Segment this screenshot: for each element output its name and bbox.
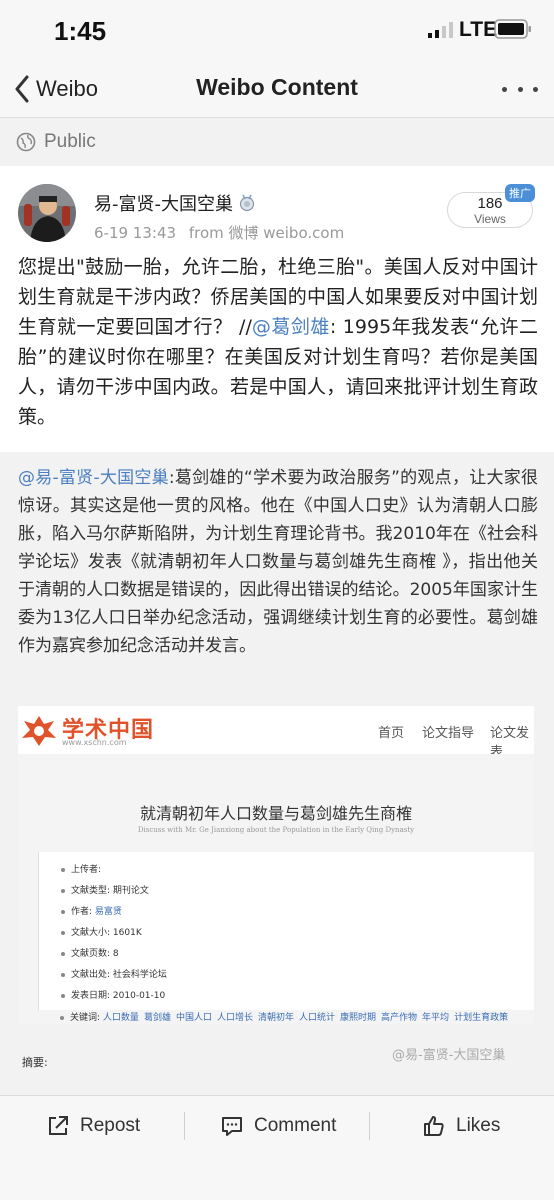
meta-value: 社会科学论坛: [112, 970, 167, 980]
repost-body: :葛剑雄的“学术要为政治服务”的观点，让大家很惊讶。其实这是他一贯的风格。他在《…: [18, 468, 538, 656]
keyword: 高产作物: [381, 1013, 418, 1023]
site-nav-guidance: 论文指导: [422, 726, 475, 741]
keywords-row: 关键词: 人口数量 葛剑雄 中国人口 人口增长 清朝初年 人口统计 康熙时期 高产作物 年平均计…: [60, 1010, 513, 1023]
paper-title: 就清朝初年人口数量与葛剑雄先生商榷: [139, 804, 412, 823]
chevron-left-icon: [15, 75, 29, 103]
meta-row: 文献页数: 8: [61, 946, 119, 959]
status-bar: 1:45 LTE: [0, 0, 554, 60]
medal-icon: [239, 194, 255, 212]
clock: 1:45: [54, 16, 107, 46]
embed-header: 学术中国 www.xschn.com 首页 论文指导 论文发表: [18, 706, 534, 760]
keyword: 人口数量: [102, 1013, 139, 1023]
promote-tag[interactable]: 推广: [505, 184, 535, 202]
avatar[interactable]: [18, 184, 76, 242]
more-options-icon[interactable]: [502, 74, 538, 104]
repost-label: Repost: [80, 1115, 141, 1136]
thumbs-up-icon: [424, 1116, 444, 1136]
keyword: 清朝初年: [257, 1013, 294, 1023]
mention-link[interactable]: @葛剑雄: [252, 316, 330, 338]
embedded-screenshot[interactable]: 学术中国 www.xschn.com 首页 论文指导 论文发表 就清朝初年人口数…: [18, 706, 534, 1024]
site-url: www.xschn.com: [62, 738, 127, 747]
signal-icon: [428, 22, 453, 38]
keyword: 康熙时期: [340, 1013, 377, 1023]
meta-label: 文献类型:: [71, 886, 111, 896]
keyword: 人口增长: [216, 1013, 253, 1023]
keyword: 人口统计: [299, 1013, 336, 1023]
reposted-content[interactable]: @易-富贤-大国空巢:葛剑雄的“学术要为政治服务”的观点，让大家很惊讶。其实这是…: [0, 452, 554, 1095]
network-type: LTE: [459, 18, 498, 41]
post: 易-富贤-大国空巢 6-19 13:43 from 微博 weibo.com 1…: [0, 166, 554, 452]
meta-value: 8: [112, 949, 119, 959]
embed-body: 就清朝初年人口数量与葛剑雄先生商榷 Discuss with Mr. Ge Ji…: [18, 754, 534, 1024]
watermark: @易-富贤-大国空巢: [392, 1048, 506, 1063]
post-meta: 6-19 13:43 from 微博 weibo.com: [94, 222, 352, 243]
meta-value: 1601K: [112, 928, 142, 938]
meta-label: 作者:: [71, 907, 93, 917]
keyword: 计划生育政策: [454, 1013, 509, 1023]
post-source: from 微博 weibo.com: [188, 224, 345, 242]
paper-subtitle: Discuss with Mr. Ge Jianxiong about the …: [137, 826, 415, 834]
xschn-logo-icon: [22, 716, 56, 746]
repost-text: @易-富贤-大国空巢:葛剑雄的“学术要为政治服务”的观点，让大家很惊讶。其实这是…: [18, 464, 538, 660]
keywords-label: 关键词:: [70, 1013, 101, 1023]
meta-row: 上传者:: [61, 862, 101, 875]
meta-label: 文献大小:: [71, 928, 111, 938]
likes-button[interactable]: Likes: [422, 1112, 500, 1140]
action-bar: Repost Comment Likes: [0, 1095, 554, 1200]
meta-label: 文献页数:: [71, 949, 111, 959]
meta-value: 2010-01-10: [112, 991, 166, 1001]
comment-button[interactable]: Comment: [220, 1112, 336, 1140]
post-time: 6-19 13:43: [94, 224, 177, 242]
keyword: 年平均: [422, 1013, 450, 1023]
meta-label: 文献出处:: [71, 970, 111, 980]
keyword: 中国人口: [175, 1013, 212, 1023]
post-text: 您提出"鼓励一胎，允许二胎，杜绝三胎"。美国人反对中国计划生育就是干涉内政？侨居…: [18, 252, 538, 432]
meta-row: 文献类型: 期刊论文: [61, 883, 149, 896]
navigation-bar: Weibo Weibo Content: [0, 60, 554, 118]
battery-icon: [494, 19, 531, 39]
back-button[interactable]: Weibo: [14, 72, 98, 106]
likes-label: Likes: [456, 1115, 501, 1136]
meta-row: 作者: 易富贤: [61, 904, 122, 917]
meta-row: 文献出处: 社会科学论坛: [61, 967, 167, 980]
site-nav-home: 首页: [378, 726, 405, 741]
repost-button[interactable]: Repost: [46, 1112, 140, 1140]
divider: [184, 1112, 185, 1140]
share-icon: [49, 1116, 68, 1135]
meta-label: 上传者:: [71, 865, 102, 875]
views-label: Views: [474, 212, 506, 226]
author-row: 易-富贤-大国空巢: [94, 190, 256, 216]
meta-value: 期刊论文: [112, 886, 149, 896]
globe-icon: [16, 132, 36, 152]
meta-label: 发表日期:: [71, 991, 111, 1001]
back-label: Weibo: [36, 76, 98, 101]
visibility-row: Public: [0, 118, 554, 166]
comment-label: Comment: [254, 1115, 337, 1136]
divider: [369, 1112, 370, 1140]
meta-row: 文献大小: 1601K: [61, 925, 142, 938]
keyword: 葛剑雄: [143, 1013, 171, 1023]
meta-value: 易富贤: [94, 907, 122, 917]
paper-meta-box: 上传者: 文献类型: 期刊论文 作者: 易富贤 文献大小: 1601K 文献页数…: [38, 852, 534, 1010]
author-name[interactable]: 易-富贤-大国空巢: [94, 190, 233, 216]
meta-row: 发表日期: 2010-01-10: [61, 988, 165, 1001]
abstract-label: 摘要:: [22, 1056, 48, 1069]
repost-author-link[interactable]: @易-富贤-大国空巢: [18, 468, 169, 488]
comment-icon: [222, 1117, 242, 1136]
visibility-label: Public: [44, 131, 96, 152]
